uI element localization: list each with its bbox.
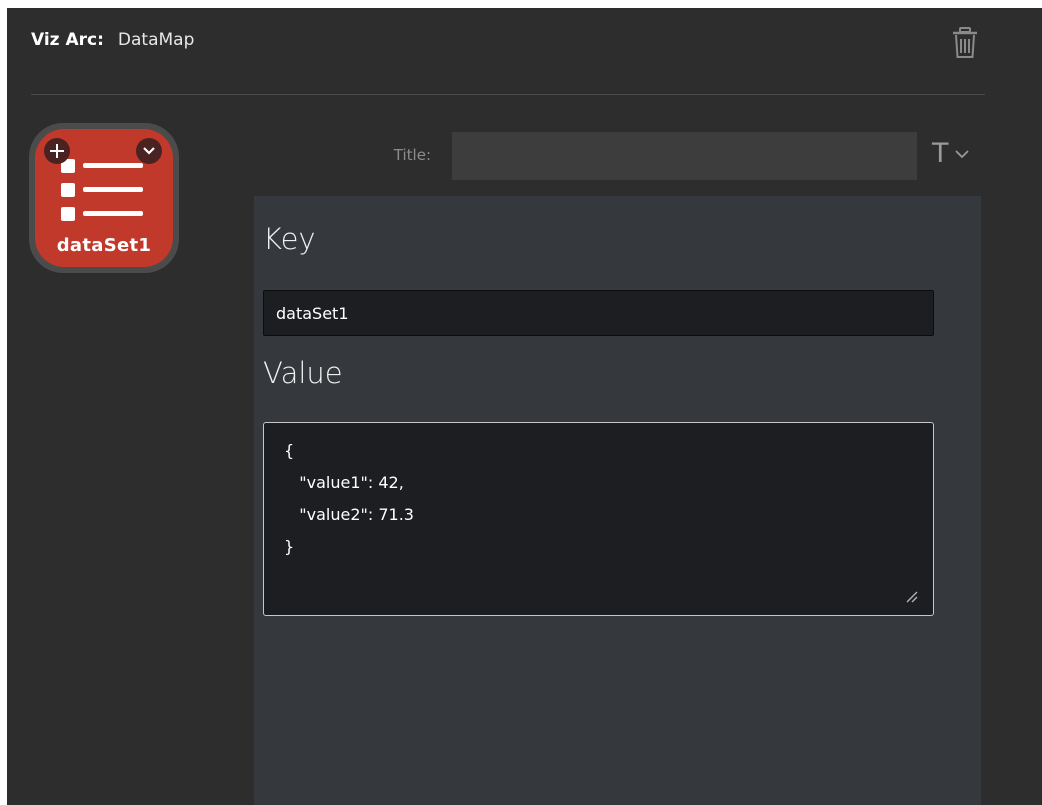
dataset-tile[interactable]: dataSet1 [29,123,179,273]
list-icon [61,159,157,235]
value-textarea[interactable]: { "value1": 42, "value2": 71.3 } [263,422,934,616]
resize-grip-icon[interactable] [904,588,918,603]
title-label: Title: [393,146,431,164]
dataset-tile-face: dataSet1 [35,129,173,267]
key-heading: Key [263,222,316,256]
title-input[interactable] [452,132,917,180]
text-type-icon: T [932,138,949,169]
header-divider [31,94,985,95]
value-heading: Value [263,356,343,390]
editor-panel: Key Value { "value1": 42, "value2": 71.3… [254,196,981,805]
datamap-editor-window: Viz Arc: DataMap dataSet1 Title: T Key d… [7,8,1042,805]
header-label: Viz Arc: [31,30,104,50]
tile-label: dataSet1 [56,235,152,256]
type-menu-button[interactable]: T [932,138,970,170]
key-input[interactable] [263,290,934,336]
plus-icon[interactable] [44,138,70,164]
header-name: DataMap [117,30,195,50]
chevron-down-icon[interactable] [136,138,162,164]
header: Viz Arc: DataMap [31,30,194,50]
chevron-down-icon [954,149,970,159]
trash-icon[interactable] [951,26,979,60]
